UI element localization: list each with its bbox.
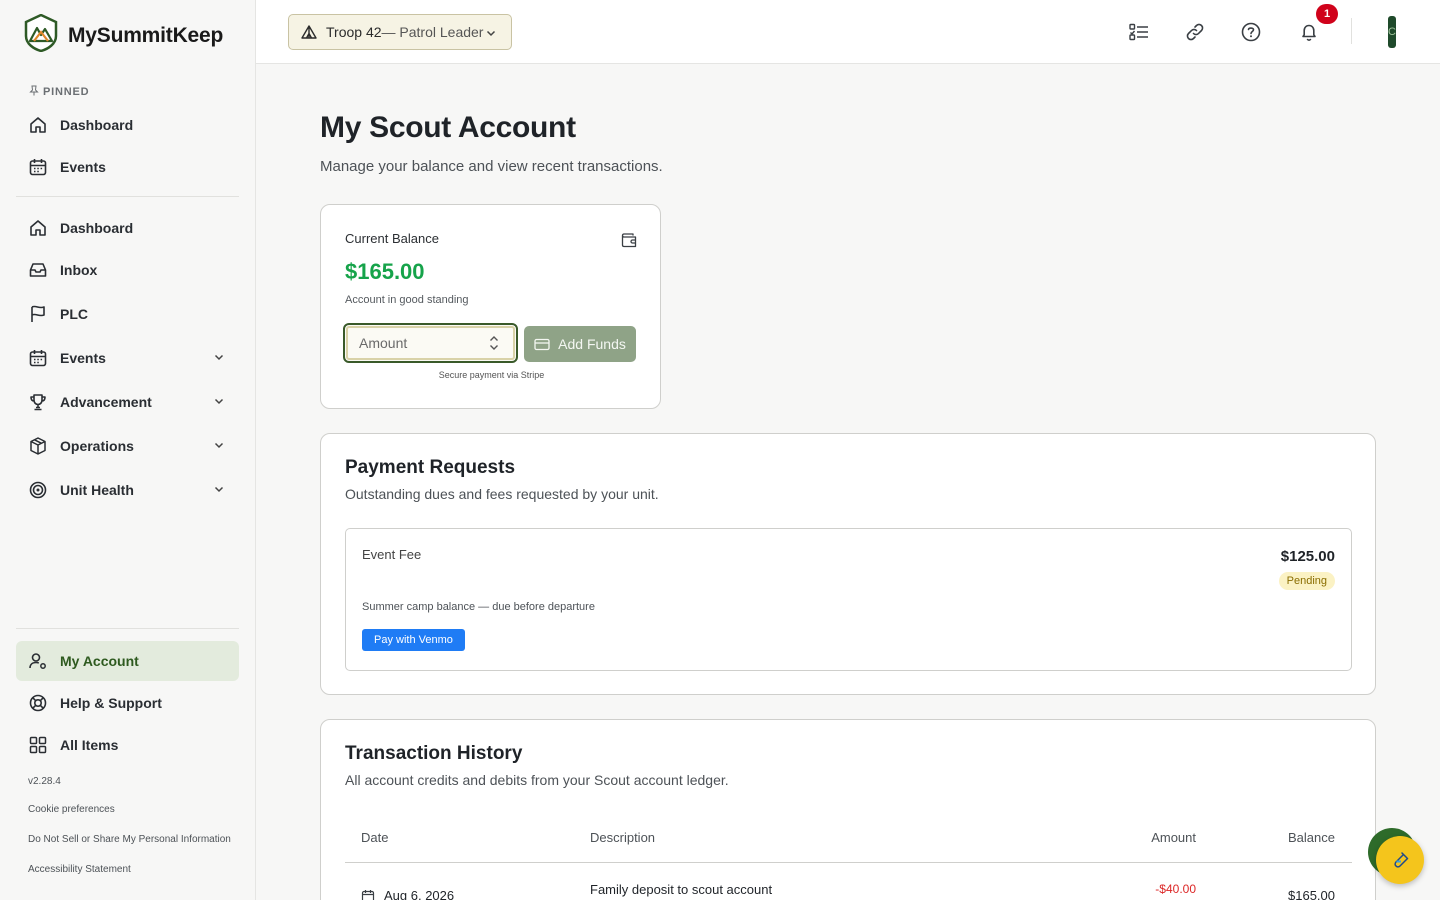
chevron-down-icon [213,394,225,410]
pinned-section-label: PINNED [29,85,89,99]
topbar: Troop 42 — Patrol Leader 1 C [256,0,1440,64]
request-description: Summer camp balance — due before departu… [362,601,595,613]
pay-with-venmo-button[interactable]: Pay with Venmo [362,629,465,651]
version-label: v2.28.4 [28,776,61,787]
add-funds-button[interactable]: Add Funds [524,326,636,362]
calendar-icon [28,348,48,368]
flag-icon [28,304,48,324]
trophy-icon [28,392,48,412]
tent-icon [301,25,317,39]
sidebar-divider [16,196,239,197]
chevron-down-icon [213,482,225,498]
amount-stepper-icon[interactable] [489,335,499,351]
page-title: My Scout Account [320,111,576,144]
inbox-icon [28,260,48,280]
home-icon [28,115,48,135]
page-subtitle: Manage your balance and view recent tran… [320,158,663,175]
avatar[interactable]: C [1388,16,1396,48]
troop-selector[interactable]: Troop 42 — Patrol Leader [288,14,512,50]
pin-icon [29,85,39,99]
checklist-icon[interactable] [1127,20,1151,44]
bell-icon[interactable] [1297,20,1321,44]
section-title: Payment Requests [345,457,516,478]
notification-badge: 1 [1316,4,1338,24]
chevron-down-icon [213,438,225,454]
troop-name: Troop 42 [326,24,382,40]
payment-requests-card: Payment Requests Outstanding dues and fe… [320,433,1376,695]
balance-status: Account in good standing [345,294,469,306]
balance-label: Current Balance [345,231,439,246]
table-divider [345,862,1352,863]
brand[interactable]: MySummitKeep [24,13,224,57]
sidebar-item-inbox[interactable]: Inbox [16,250,239,290]
sidebar-item-unit-health[interactable]: Unit Health [16,470,239,510]
accessibility-statement-link[interactable]: Accessibility Statement [28,864,131,875]
column-header-description[interactable]: Description [590,830,655,845]
home-icon [28,218,48,238]
chevron-down-icon [213,350,225,366]
brand-name: MySummitKeep [68,23,224,47]
do-not-sell-link[interactable]: Do Not Sell or Share My Personal Informa… [28,834,231,845]
row-balance: $165.00 [1288,888,1335,900]
help-icon[interactable] [1239,20,1263,44]
grid-icon [28,735,48,755]
section-title: Transaction History [345,743,523,764]
sidebar-item-dashboard[interactable]: Dashboard [16,208,239,248]
balance-card: Current Balance $165.00 Account in good … [320,204,661,409]
column-header-amount[interactable]: Amount [1151,830,1196,845]
calendar-icon [28,157,48,177]
chevron-down-icon [485,26,497,42]
target-icon [28,480,48,500]
mountain-logo-icon [24,13,58,57]
cookie-preferences-link[interactable]: Cookie preferences [28,804,115,815]
request-amount: $125.00 [1280,548,1335,565]
topbar-divider [1351,18,1352,44]
sidebar-item-all-items[interactable]: All Items [16,725,239,765]
pinned-item-events[interactable]: Events [16,147,239,187]
link-icon[interactable] [1183,20,1207,44]
request-type: Event Fee [362,547,422,562]
status-badge: Pending [1278,572,1335,590]
credit-card-icon [534,338,550,351]
user-gear-icon [28,651,48,671]
section-subtitle: All account credits and debits from your… [345,772,729,788]
column-header-balance[interactable]: Balance [1288,830,1335,845]
payment-request-item: Event Fee $125.00 Pending Summer camp ba… [345,528,1352,671]
transaction-history-card: Transaction History All account credits … [320,719,1376,900]
column-header-date[interactable]: Date [361,830,388,845]
row-date-cell: Aug 6, 2026 [361,888,454,900]
row-amount: -$40.00 [1155,882,1196,896]
calendar-icon [361,889,375,900]
sidebar-item-events[interactable]: Events [16,338,239,378]
pinned-item-dashboard[interactable]: Dashboard [16,105,239,145]
sidebar-divider [16,628,239,629]
row-description: Family deposit to scout account [590,882,773,897]
sidebar: MySummitKeep PINNED Dashboard Events Das… [0,0,256,900]
wallet-icon [621,232,637,253]
sidebar-item-plc[interactable]: PLC [16,294,239,334]
sidebar-item-my-account[interactable]: My Account [16,641,239,681]
sidebar-item-help-support[interactable]: Help & Support [16,683,239,723]
troop-role: — Patrol Leader [381,24,484,40]
sidebar-item-advancement[interactable]: Advancement [16,382,239,422]
sidebar-item-operations[interactable]: Operations [16,426,239,466]
balance-amount: $165.00 [345,259,425,284]
floating-test-button[interactable] [1376,836,1424,884]
section-subtitle: Outstanding dues and fees requested by y… [345,486,659,502]
lifebuoy-icon [28,693,48,713]
test-tube-icon [1391,851,1409,869]
box-icon [28,436,48,456]
secure-payment-note: Secure payment via Stripe [438,370,545,380]
